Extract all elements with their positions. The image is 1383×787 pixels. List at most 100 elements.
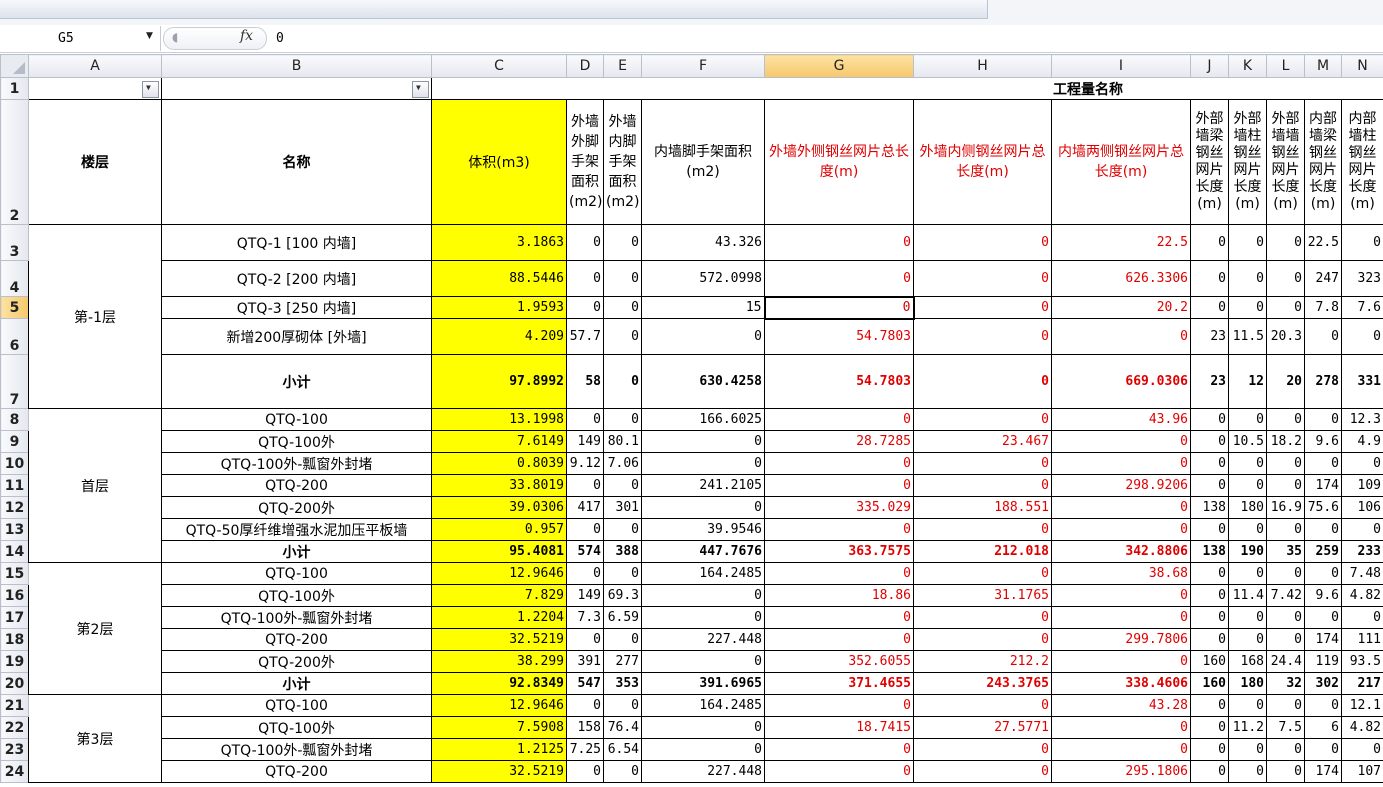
cell-C20[interactable]: 92.8349 bbox=[431, 672, 567, 695]
floor-cell[interactable]: 第2层 bbox=[28, 562, 162, 695]
cell-N12[interactable]: 106 bbox=[1341, 496, 1383, 519]
row-header[interactable]: 2 bbox=[0, 99, 29, 225]
cell-I14[interactable]: 342.8806 bbox=[1051, 540, 1191, 563]
cell-E5[interactable]: 0 bbox=[603, 296, 642, 319]
cell-L16[interactable]: 7.42 bbox=[1266, 584, 1305, 607]
cell-L12[interactable]: 16.9 bbox=[1266, 496, 1305, 519]
cell-L7[interactable]: 20 bbox=[1266, 354, 1305, 409]
cell-M11[interactable]: 174 bbox=[1304, 474, 1342, 497]
cell-I11[interactable]: 298.9206 bbox=[1051, 474, 1191, 497]
cell-D5[interactable]: 0 bbox=[566, 296, 604, 319]
cell-I8[interactable]: 43.96 bbox=[1051, 408, 1191, 431]
cell-F14[interactable]: 447.7676 bbox=[641, 540, 765, 563]
cell-F3[interactable]: 43.326 bbox=[641, 224, 765, 261]
cell-G19[interactable]: 352.6055 bbox=[764, 650, 914, 673]
formula-input[interactable]: 0 bbox=[276, 31, 284, 46]
cell-G9[interactable]: 28.7285 bbox=[764, 430, 914, 453]
cell-D13[interactable]: 0 bbox=[566, 518, 604, 541]
header-name[interactable]: 名称 bbox=[161, 99, 432, 225]
cell-L13[interactable]: 0 bbox=[1266, 518, 1305, 541]
cell-N9[interactable]: 4.9 bbox=[1341, 430, 1383, 453]
cell-K22[interactable]: 11.2 bbox=[1228, 716, 1267, 739]
cell-H15[interactable]: 0 bbox=[913, 562, 1052, 585]
header-ext-out-scaffold[interactable]: 外墙外脚手架面积(m2) bbox=[566, 99, 604, 225]
cell-K21[interactable]: 0 bbox=[1228, 694, 1267, 717]
row-header[interactable]: 6 bbox=[0, 318, 29, 355]
cell-I4[interactable]: 626.3306 bbox=[1051, 260, 1191, 297]
cell-D6[interactable]: 57.7 bbox=[566, 318, 604, 355]
cell-C3[interactable]: 3.1863 bbox=[431, 224, 567, 261]
cell-M23[interactable]: 0 bbox=[1304, 738, 1342, 761]
name-cell[interactable]: QTQ-100外-瓢窗外封堵 bbox=[161, 606, 432, 629]
header-int-col-mesh[interactable]: 内部墙柱钢丝网片长度(m) bbox=[1341, 99, 1383, 225]
cell-J21[interactable]: 0 bbox=[1190, 694, 1229, 717]
name-cell[interactable]: 小计 bbox=[161, 540, 432, 563]
header-volume[interactable]: 体积(m3) bbox=[431, 99, 567, 225]
cell-I21[interactable]: 43.28 bbox=[1051, 694, 1191, 717]
cell-C23[interactable]: 1.2125 bbox=[431, 738, 567, 761]
cell-G5[interactable]: 0 bbox=[763, 295, 915, 320]
cell-E12[interactable]: 301 bbox=[603, 496, 642, 519]
cell-J6[interactable]: 23 bbox=[1190, 318, 1229, 355]
cell-G17[interactable]: 0 bbox=[764, 606, 914, 629]
cell-N18[interactable]: 111 bbox=[1341, 628, 1383, 651]
cell-M6[interactable]: 0 bbox=[1304, 318, 1342, 355]
name-cell[interactable]: QTQ-100外 bbox=[161, 584, 432, 607]
row-header[interactable]: 1 bbox=[0, 77, 29, 100]
cell-D15[interactable]: 0 bbox=[566, 562, 604, 585]
cell-F24[interactable]: 227.448 bbox=[641, 760, 765, 783]
cell-D16[interactable]: 149 bbox=[566, 584, 604, 607]
cell-I23[interactable]: 0 bbox=[1051, 738, 1191, 761]
cell-L14[interactable]: 35 bbox=[1266, 540, 1305, 563]
row-header[interactable]: 15 bbox=[0, 562, 29, 585]
name-cell[interactable]: QTQ-100外 bbox=[161, 716, 432, 739]
cell-H12[interactable]: 188.551 bbox=[913, 496, 1052, 519]
cell-N20[interactable]: 217 bbox=[1341, 672, 1383, 695]
column-header-k[interactable]: K bbox=[1228, 54, 1267, 78]
cell-N6[interactable]: 0 bbox=[1341, 318, 1383, 355]
row-header[interactable]: 18 bbox=[0, 628, 29, 651]
cell-K10[interactable]: 0 bbox=[1228, 452, 1267, 475]
cell-E22[interactable]: 76.4 bbox=[603, 716, 642, 739]
header-ext-out-mesh[interactable]: 外墙外侧钢丝网片总长度(m) bbox=[764, 99, 914, 225]
cell-J12[interactable]: 138 bbox=[1190, 496, 1229, 519]
header-int-both-mesh[interactable]: 内墙两侧钢丝网片总长度(m) bbox=[1051, 99, 1191, 225]
cell-E3[interactable]: 0 bbox=[603, 224, 642, 261]
cell-C15[interactable]: 12.9646 bbox=[431, 562, 567, 585]
cell-I17[interactable]: 0 bbox=[1051, 606, 1191, 629]
column-header-d[interactable]: D bbox=[566, 54, 604, 78]
cell-K13[interactable]: 0 bbox=[1228, 518, 1267, 541]
cell-M4[interactable]: 247 bbox=[1304, 260, 1342, 297]
cell-M12[interactable]: 75.6 bbox=[1304, 496, 1342, 519]
row-header[interactable]: 14 bbox=[0, 540, 29, 563]
column-header-b[interactable]: B bbox=[161, 54, 432, 78]
cell-K8[interactable]: 0 bbox=[1228, 408, 1267, 431]
cell-J4[interactable]: 0 bbox=[1190, 260, 1229, 297]
row-header[interactable]: 11 bbox=[0, 474, 29, 497]
cell-E8[interactable]: 0 bbox=[603, 408, 642, 431]
cell-D8[interactable]: 0 bbox=[566, 408, 604, 431]
cell-C4[interactable]: 88.5446 bbox=[431, 260, 567, 297]
cell-H11[interactable]: 0 bbox=[913, 474, 1052, 497]
cell-J19[interactable]: 160 bbox=[1190, 650, 1229, 673]
cell-J3[interactable]: 0 bbox=[1190, 224, 1229, 261]
cell-I5[interactable]: 20.2 bbox=[1051, 296, 1191, 319]
cell-N3[interactable]: 0 bbox=[1341, 224, 1383, 261]
row-header[interactable]: 24 bbox=[0, 760, 29, 783]
cell-I10[interactable]: 0 bbox=[1051, 452, 1191, 475]
cell-E19[interactable]: 277 bbox=[603, 650, 642, 673]
cell-H5[interactable]: 0 bbox=[913, 296, 1052, 319]
cell-E6[interactable]: 0 bbox=[603, 318, 642, 355]
cell-J10[interactable]: 0 bbox=[1190, 452, 1229, 475]
column-header-j[interactable]: J bbox=[1190, 54, 1229, 78]
row-header[interactable]: 7 bbox=[0, 354, 29, 409]
cell-M5[interactable]: 7.8 bbox=[1304, 296, 1342, 319]
cell-M16[interactable]: 9.6 bbox=[1304, 584, 1342, 607]
cell-N8[interactable]: 12.3 bbox=[1341, 408, 1383, 431]
cell-N11[interactable]: 109 bbox=[1341, 474, 1383, 497]
cell-J13[interactable]: 0 bbox=[1190, 518, 1229, 541]
cell-K19[interactable]: 168 bbox=[1228, 650, 1267, 673]
cell-L10[interactable]: 0 bbox=[1266, 452, 1305, 475]
cell-G13[interactable]: 0 bbox=[764, 518, 914, 541]
cell-J22[interactable]: 0 bbox=[1190, 716, 1229, 739]
